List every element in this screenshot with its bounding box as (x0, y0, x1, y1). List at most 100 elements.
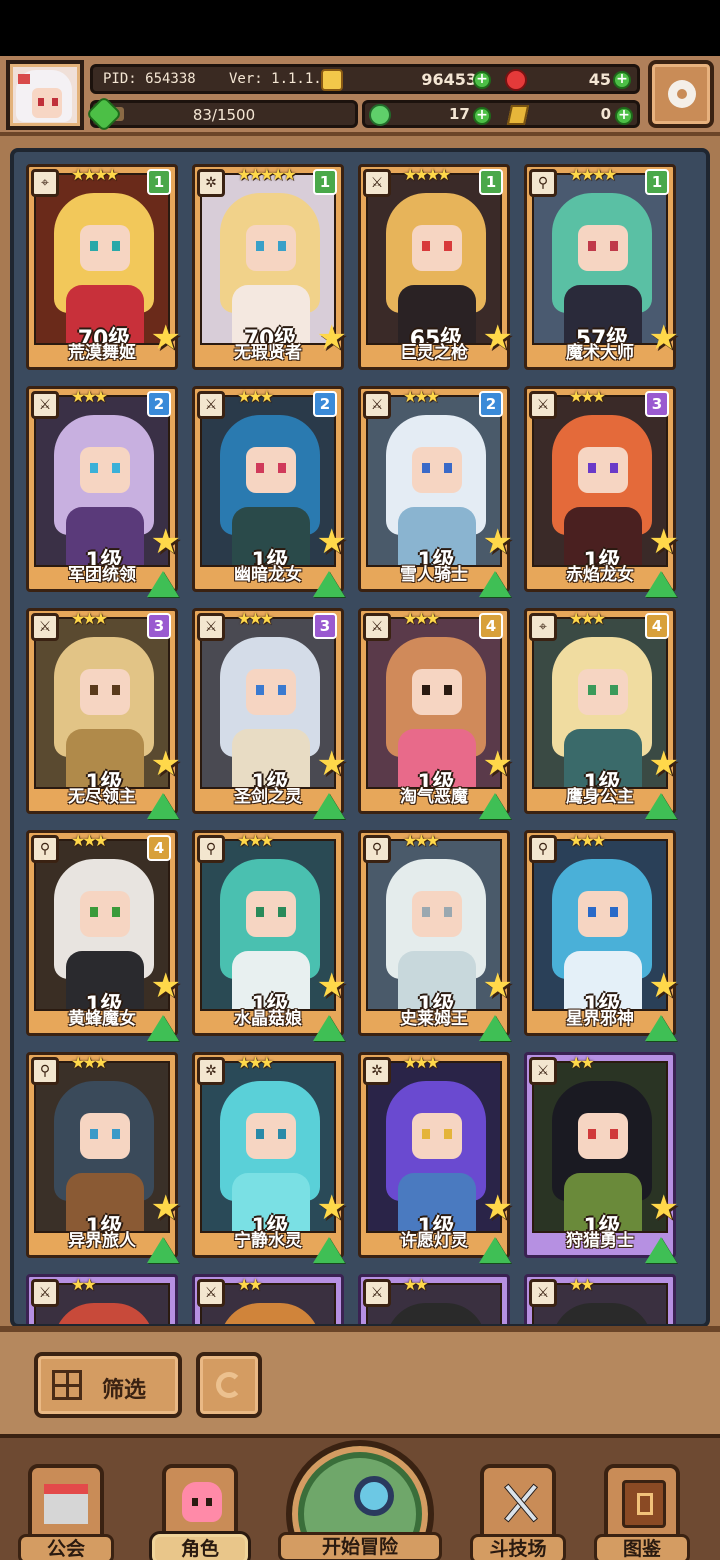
character-card[interactable]: 1级 ⚲ ★★★ 异界旅人 ★ (26, 1052, 181, 1263)
sort-refresh-button[interactable] (196, 1352, 262, 1418)
weapon-type-icon: ⚲ (31, 835, 59, 863)
portrait-eye (610, 685, 618, 695)
character-card[interactable]: ⚔ ★★ (192, 1274, 344, 1324)
character-card[interactable]: 1级 ✲ ★★★ 许愿灯灵 ★ (358, 1052, 513, 1263)
rarity-stars: ★★★ (237, 831, 274, 850)
portrait-eye (112, 685, 120, 695)
character-card[interactable]: 1级 ⚲ ★★★ 4 黄蜂魔女 ★ (26, 830, 181, 1041)
portrait-face (246, 891, 296, 937)
portrait-face (578, 891, 628, 937)
character-card[interactable]: 1级 ⚔ ★★★ 3 无尽领主 ★ (26, 608, 181, 819)
weapon-type-icon: ⚔ (529, 391, 557, 419)
weapon-type-icon: ⚔ (31, 613, 59, 641)
rarity-stars: ★★ (237, 1275, 263, 1294)
nav-role-frame (162, 1464, 238, 1538)
rarity-stars: ★★★ (569, 609, 606, 628)
character-card[interactable]: 1级 ⚔ ★★★ 3 赤焰龙女 ★ (524, 386, 679, 597)
weapon-type-icon: ⚲ (363, 835, 391, 863)
nav-guild[interactable]: 公会 (18, 1464, 114, 1560)
magnifier-icon (354, 1476, 394, 1516)
tier-badge: 4 (479, 613, 503, 639)
character-card[interactable]: 1级 ⌖ ★★★ 4 鹰身公主 ★ (524, 608, 679, 819)
tier-badge: 4 (147, 835, 171, 861)
star-upgrade-icon: ★ (316, 318, 347, 358)
portrait-eye (422, 463, 430, 473)
add-gem-button[interactable]: + (613, 71, 631, 89)
player-avatar[interactable] (6, 60, 84, 130)
crossed-swords-icon (498, 1480, 542, 1524)
character-card[interactable]: ⚔ ★★ (26, 1274, 178, 1324)
character-card[interactable]: 1级 ⚔ ★★ 狩猎勇士 ★ (524, 1052, 679, 1263)
star-upgrade-icon: ★ (648, 522, 679, 562)
character-card[interactable]: 1级 ⚔ ★★★ 2 幽暗龙女 ★ (192, 386, 347, 597)
grid-filter-icon (52, 1370, 82, 1400)
weapon-type-icon: ⚲ (31, 1057, 59, 1085)
tier-badge: 3 (313, 613, 337, 639)
add-key-button[interactable]: + (615, 107, 633, 125)
avatar-eye (38, 98, 44, 106)
guild-building-icon (44, 1484, 88, 1524)
nav-codex-frame (604, 1464, 680, 1538)
rarity-stars: ★★★ (237, 387, 274, 406)
filter-label: 筛选 (102, 1378, 147, 1403)
portrait-face (246, 669, 296, 715)
level-up-arrow-icon (147, 1237, 179, 1263)
add-gold-button[interactable]: + (473, 71, 491, 89)
filter-button[interactable]: 筛选 (34, 1352, 182, 1418)
character-card[interactable]: 1级 ⚲ ★★★ 水晶菇娘 ★ (192, 830, 347, 1041)
portrait-eye (588, 1129, 596, 1139)
weapon-type-icon: ⚔ (31, 391, 59, 419)
top-header: PID: 654338 Ver: 1.1.1.8 96453 + 45 + 83… (0, 56, 720, 136)
star-upgrade-icon: ★ (482, 966, 513, 1006)
portrait-eye (588, 907, 596, 917)
character-card[interactable]: 1级 ⚔ ★★★ 2 雪人骑士 ★ (358, 386, 513, 597)
character-card[interactable]: 70级 ⌖ ★★★★ 1 荒漠舞姬 ★ (26, 164, 181, 370)
portrait-eye (588, 241, 596, 251)
star-upgrade-icon: ★ (648, 744, 679, 784)
character-card[interactable]: 1级 ⚲ ★★★ 史莱姆王 ★ (358, 830, 513, 1041)
character-card[interactable]: 1级 ⚔ ★★★ 2 军团统领 ★ (26, 386, 181, 597)
character-card[interactable]: 1级 ✲ ★★★ 宁静水灵 ★ (192, 1052, 347, 1263)
add-clover-button[interactable]: + (473, 107, 491, 125)
character-card[interactable]: ⚔ ★★ (358, 1274, 510, 1324)
portrait-eye (278, 907, 286, 917)
level-up-arrow-icon (479, 793, 511, 819)
energy-bar: 83/1500 (85, 95, 358, 133)
nav-role-label: 角色 (152, 1534, 248, 1560)
character-card[interactable]: 1级 ⚔ ★★★ 4 淘气恶魔 ★ (358, 608, 513, 819)
star-upgrade-icon: ★ (316, 966, 347, 1006)
rarity-stars: ★★★ (237, 609, 274, 628)
character-card[interactable]: ⚔ ★★ (524, 1274, 676, 1324)
nav-arena-label: 斗技场 (470, 1534, 566, 1560)
portrait-eye (112, 1129, 120, 1139)
rarity-stars: ★★★ (71, 831, 108, 850)
rarity-stars: ★★★ (403, 609, 440, 628)
level-up-arrow-icon (147, 571, 179, 597)
rarity-stars: ★★ (71, 1275, 97, 1294)
portrait-eye (90, 907, 98, 917)
level-up-arrow-icon (313, 571, 345, 597)
character-card[interactable]: 1级 ⚔ ★★★ 3 圣剑之灵 ★ (192, 608, 347, 819)
nav-arena[interactable]: 斗技场 (470, 1464, 566, 1560)
nav-start-adventure[interactable]: 开始冒险 (272, 1438, 448, 1560)
portrait-eye (278, 685, 286, 695)
key-icon (506, 105, 530, 125)
nav-role[interactable]: 角色 (152, 1464, 248, 1560)
character-card[interactable]: 1级 ⚲ ★★★ 星界邪神 ★ (524, 830, 679, 1041)
level-up-arrow-icon (313, 793, 345, 819)
character-grid[interactable]: 70级 ⌖ ★★★★ 1 荒漠舞姬 ★ 70级 ✲ ★★★★★ 1 无瑕贤者 ★ 65级 ⚔ ★★★★ 1 巨灵… (10, 148, 710, 1328)
portrait-eye (610, 463, 618, 473)
level-up-arrow-icon (479, 1237, 511, 1263)
character-card[interactable]: 70级 ✲ ★★★★★ 1 无瑕贤者 ★ (192, 164, 347, 370)
star-upgrade-icon: ★ (150, 1188, 181, 1228)
portrait-face (412, 891, 462, 937)
settings-button[interactable] (648, 60, 714, 128)
weapon-type-icon: ⚲ (197, 835, 225, 863)
character-card[interactable]: 65级 ⚔ ★★★★ 1 巨灵之枪 ★ (358, 164, 513, 370)
level-up-arrow-icon (147, 1015, 179, 1041)
level-up-arrow-icon (645, 1015, 677, 1041)
nav-codex[interactable]: 图鉴 (594, 1464, 690, 1560)
portrait-face (80, 447, 130, 493)
level-up-arrow-icon (313, 1237, 345, 1263)
character-card[interactable]: 57级 ⚲ ★★★★ 1 魔术大师 ★ (524, 164, 679, 370)
